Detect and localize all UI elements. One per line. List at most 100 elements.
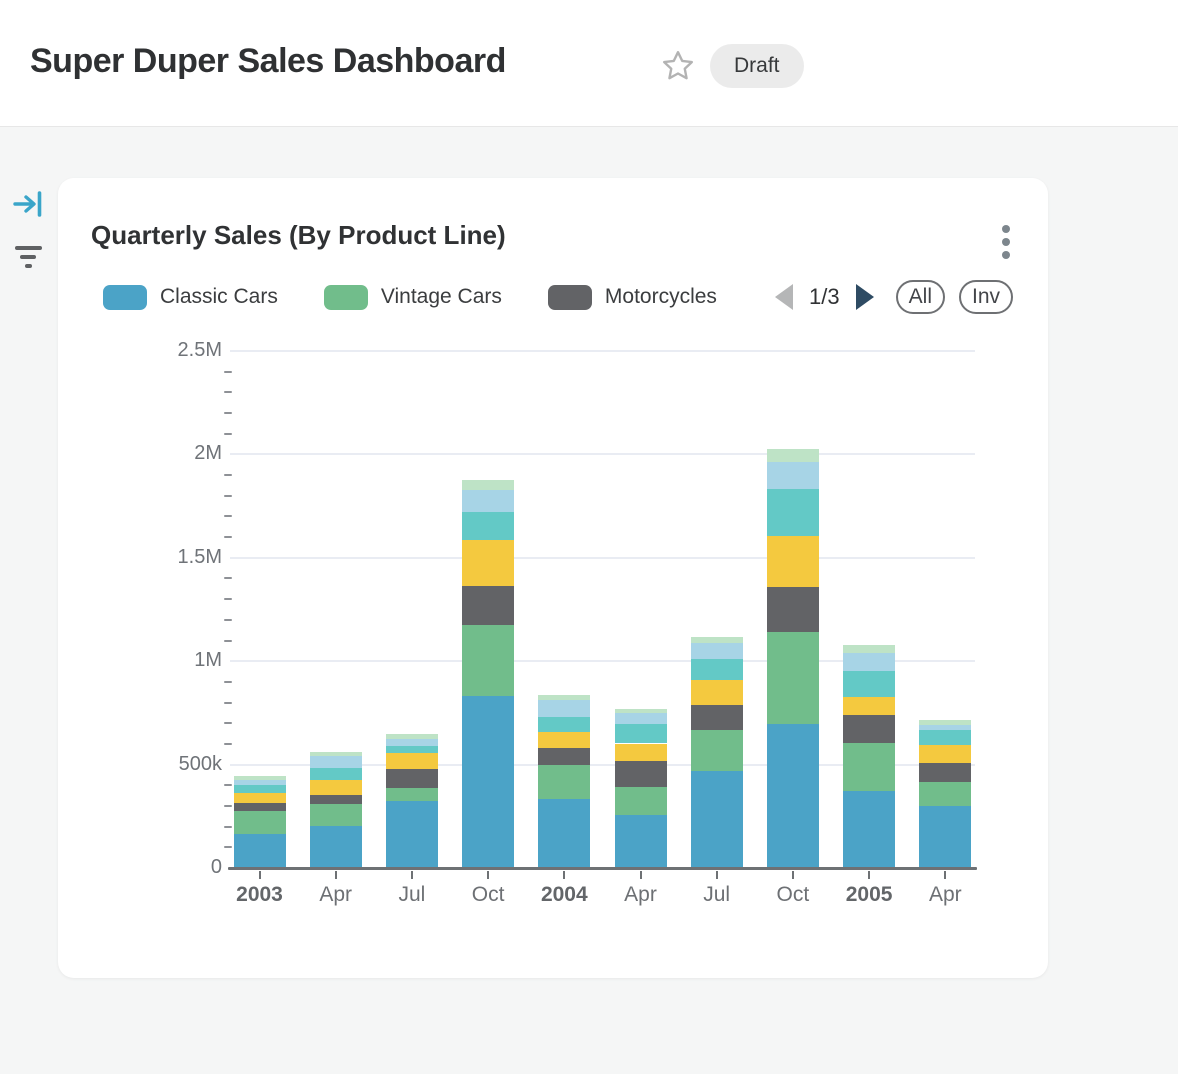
collapse-panel-button[interactable] bbox=[12, 190, 44, 218]
bar-segment-unlabeled-series-light-blue[interactable] bbox=[919, 725, 971, 731]
bar-segment-unlabeled-series-teal[interactable] bbox=[386, 746, 438, 753]
bar-segment-classic-cars[interactable] bbox=[538, 799, 590, 868]
bar-segment-unlabeled-series-yellow[interactable] bbox=[310, 780, 362, 795]
bar-segment-unlabeled-series-yellow[interactable] bbox=[386, 753, 438, 770]
bar-segment-classic-cars[interactable] bbox=[615, 815, 667, 868]
bar-segment-classic-cars[interactable] bbox=[386, 801, 438, 868]
bar-segment-unlabeled-series-pale-green[interactable] bbox=[234, 776, 286, 780]
bar-segment-motorcycles[interactable] bbox=[919, 763, 971, 782]
bar-segment-motorcycles[interactable] bbox=[386, 769, 438, 788]
bar-segment-vintage-cars[interactable] bbox=[615, 787, 667, 815]
bar-segment-vintage-cars[interactable] bbox=[386, 788, 438, 801]
y-axis-tick-label: 500k bbox=[112, 753, 222, 776]
x-axis-tick bbox=[335, 871, 337, 879]
bar-segment-unlabeled-series-pale-green[interactable] bbox=[310, 752, 362, 756]
bar-segment-unlabeled-series-teal[interactable] bbox=[767, 489, 819, 536]
x-axis-tick bbox=[792, 871, 794, 879]
bar-segment-motorcycles[interactable] bbox=[843, 715, 895, 743]
bar-segment-motorcycles[interactable] bbox=[538, 748, 590, 765]
page-title: Super Duper Sales Dashboard bbox=[30, 42, 506, 81]
bar-segment-classic-cars[interactable] bbox=[843, 791, 895, 868]
y-axis-minor-tick bbox=[224, 702, 232, 704]
legend-prev-page-icon[interactable] bbox=[775, 284, 793, 310]
bar-segment-unlabeled-series-light-blue[interactable] bbox=[538, 700, 590, 717]
bar-segment-motorcycles[interactable] bbox=[615, 761, 667, 786]
bar-segment-classic-cars[interactable] bbox=[234, 834, 286, 868]
legend-item-vintage-cars[interactable]: Vintage Cars bbox=[324, 285, 525, 310]
bar-segment-unlabeled-series-teal[interactable] bbox=[234, 785, 286, 793]
bar-segment-unlabeled-series-teal[interactable] bbox=[691, 659, 743, 680]
bar-segment-motorcycles[interactable] bbox=[767, 587, 819, 632]
bar-segment-unlabeled-series-teal[interactable] bbox=[843, 671, 895, 697]
bar-segment-motorcycles[interactable] bbox=[234, 803, 286, 811]
legend-item-classic-cars[interactable]: Classic Cars bbox=[103, 285, 301, 310]
bar-segment-unlabeled-series-pale-green[interactable] bbox=[538, 695, 590, 699]
x-axis-tick bbox=[411, 871, 413, 879]
bar-segment-unlabeled-series-light-blue[interactable] bbox=[234, 780, 286, 785]
bar-segment-motorcycles[interactable] bbox=[691, 705, 743, 729]
favorite-star-icon[interactable] bbox=[660, 48, 696, 84]
bar-segment-unlabeled-series-light-blue[interactable] bbox=[843, 653, 895, 671]
y-axis-minor-tick bbox=[224, 805, 232, 807]
bar-segment-unlabeled-series-yellow[interactable] bbox=[691, 680, 743, 706]
x-axis-tick bbox=[868, 871, 870, 879]
legend-next-page-icon[interactable] bbox=[856, 284, 874, 310]
legend-select-all-button[interactable]: All bbox=[896, 280, 945, 314]
bar-segment-unlabeled-series-teal[interactable] bbox=[462, 512, 514, 540]
y-axis-minor-tick bbox=[224, 846, 232, 848]
bar-segment-vintage-cars[interactable] bbox=[919, 782, 971, 805]
bar-segment-classic-cars[interactable] bbox=[462, 696, 514, 868]
bar-segment-unlabeled-series-yellow[interactable] bbox=[767, 536, 819, 587]
bar-segment-vintage-cars[interactable] bbox=[538, 765, 590, 799]
bar-segment-vintage-cars[interactable] bbox=[462, 625, 514, 696]
bar-segment-unlabeled-series-teal[interactable] bbox=[615, 724, 667, 744]
y-axis-tick-label: 0 bbox=[112, 856, 222, 879]
bar-segment-unlabeled-series-teal[interactable] bbox=[919, 730, 971, 744]
bar-segment-unlabeled-series-pale-green[interactable] bbox=[386, 734, 438, 739]
bar-segment-motorcycles[interactable] bbox=[462, 586, 514, 626]
bar-segment-unlabeled-series-pale-green[interactable] bbox=[843, 645, 895, 653]
bar-segment-unlabeled-series-yellow[interactable] bbox=[615, 744, 667, 762]
x-axis-tick bbox=[716, 871, 718, 879]
legend-invert-button[interactable]: Inv bbox=[959, 280, 1013, 314]
bar-segment-unlabeled-series-yellow[interactable] bbox=[843, 697, 895, 715]
bar-segment-vintage-cars[interactable] bbox=[310, 804, 362, 826]
bar-segment-motorcycles[interactable] bbox=[310, 795, 362, 804]
bar-segment-unlabeled-series-light-blue[interactable] bbox=[691, 643, 743, 658]
bar-segment-vintage-cars[interactable] bbox=[843, 743, 895, 792]
bar-segment-unlabeled-series-light-blue[interactable] bbox=[462, 490, 514, 513]
bar-segment-vintage-cars[interactable] bbox=[767, 632, 819, 724]
bar-segment-unlabeled-series-light-blue[interactable] bbox=[386, 739, 438, 746]
bar-segment-classic-cars[interactable] bbox=[691, 771, 743, 868]
bar-segment-unlabeled-series-pale-green[interactable] bbox=[615, 709, 667, 713]
bar-segment-unlabeled-series-light-blue[interactable] bbox=[310, 756, 362, 768]
legend-label: Motorcycles bbox=[605, 285, 717, 309]
bar-segment-unlabeled-series-yellow[interactable] bbox=[462, 540, 514, 586]
y-axis-tick-label: 2M bbox=[112, 442, 222, 465]
chart-card: Quarterly Sales (By Product Line) Classi… bbox=[58, 178, 1048, 978]
bar-segment-classic-cars[interactable] bbox=[919, 806, 971, 868]
bar-segment-unlabeled-series-yellow[interactable] bbox=[538, 732, 590, 748]
y-axis-minor-tick bbox=[224, 784, 232, 786]
legend-page-indicator: 1/3 bbox=[809, 284, 840, 310]
bar-segment-unlabeled-series-pale-green[interactable] bbox=[767, 449, 819, 462]
bar-segment-classic-cars[interactable] bbox=[767, 724, 819, 868]
bar-segment-unlabeled-series-teal[interactable] bbox=[538, 717, 590, 733]
y-axis-minor-tick bbox=[224, 371, 232, 373]
bar-segment-unlabeled-series-light-blue[interactable] bbox=[767, 462, 819, 489]
legend-swatch-icon bbox=[324, 285, 368, 310]
bar-segment-vintage-cars[interactable] bbox=[234, 811, 286, 834]
y-axis-minor-tick bbox=[224, 826, 232, 828]
filter-button[interactable] bbox=[12, 242, 44, 272]
card-menu-button[interactable] bbox=[994, 222, 1018, 262]
bar-segment-vintage-cars[interactable] bbox=[691, 730, 743, 771]
bar-segment-unlabeled-series-yellow[interactable] bbox=[234, 793, 286, 803]
bar-segment-classic-cars[interactable] bbox=[310, 826, 362, 868]
bar-segment-unlabeled-series-light-blue[interactable] bbox=[615, 713, 667, 724]
bar-segment-unlabeled-series-pale-green[interactable] bbox=[919, 720, 971, 725]
bar-segment-unlabeled-series-teal[interactable] bbox=[310, 768, 362, 780]
bar-segment-unlabeled-series-yellow[interactable] bbox=[919, 745, 971, 764]
bar-segment-unlabeled-series-pale-green[interactable] bbox=[691, 637, 743, 643]
bar-segment-unlabeled-series-pale-green[interactable] bbox=[462, 480, 514, 489]
legend-item-motorcycles[interactable]: Motorcycles bbox=[548, 285, 740, 310]
